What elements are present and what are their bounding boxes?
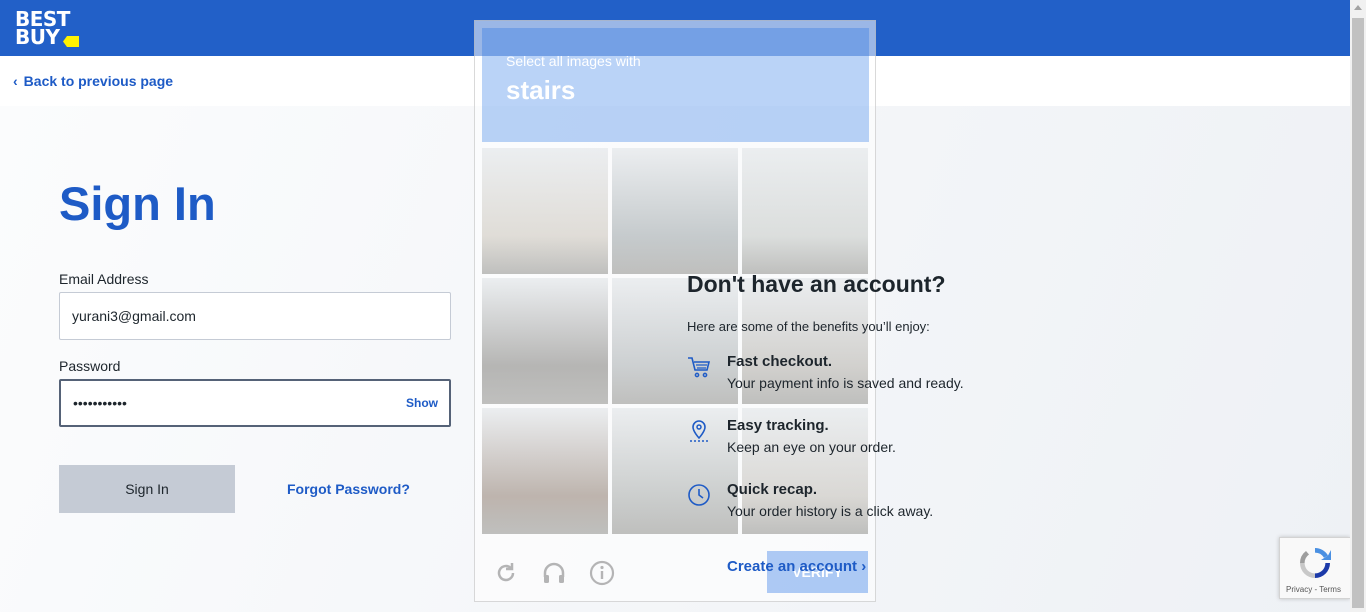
scroll-up-arrow-icon[interactable] — [1354, 5, 1362, 10]
captcha-target: stairs — [506, 75, 576, 105]
recaptcha-links[interactable]: Privacy - Terms — [1286, 585, 1341, 594]
page-scrollbar[interactable] — [1350, 0, 1366, 612]
captcha-tile[interactable] — [482, 408, 608, 534]
promo-subtitle: Here are some of the benefits you’ll enj… — [687, 319, 930, 334]
captcha-header: Select all images with stairs — [482, 28, 869, 142]
create-account-link[interactable]: Create an account › — [727, 558, 866, 575]
create-account-label: Create an account — [727, 558, 858, 575]
location-pin-icon — [690, 420, 708, 442]
show-password-button[interactable]: Show — [406, 396, 438, 410]
sign-in-button[interactable]: Sign In — [59, 465, 235, 513]
captcha-tile[interactable] — [612, 408, 738, 534]
chevron-right-icon: › — [861, 558, 867, 575]
benefit-title: Quick recap. — [727, 481, 818, 498]
captcha-instruction: Select all images with — [506, 53, 641, 69]
cart-icon — [688, 357, 711, 378]
back-link-label: Back to previous page — [23, 73, 174, 89]
best-buy-logo[interactable]: BEST BUY — [15, 9, 81, 50]
recaptcha-badge[interactable]: Privacy - Terms — [1279, 537, 1350, 599]
benefit-title: Easy tracking. — [727, 417, 829, 434]
promo-title: Don't have an account? — [687, 271, 946, 297]
captcha-tile[interactable] — [612, 148, 738, 274]
back-to-previous-link[interactable]: ‹ Back to previous page — [13, 73, 173, 89]
clock-icon — [688, 484, 710, 506]
benefit-description: Keep an eye on your order. — [727, 439, 896, 455]
scrollbar-thumb[interactable] — [1352, 18, 1364, 608]
benefit-description: Your payment info is saved and ready. — [727, 375, 964, 391]
email-input[interactable] — [60, 293, 450, 339]
chevron-left-icon: ‹ — [13, 73, 18, 89]
email-label: Email Address — [59, 271, 149, 287]
benefit-description: Your order history is a click away. — [727, 503, 934, 519]
benefit-title: Fast checkout. — [727, 353, 833, 370]
captcha-tile[interactable] — [482, 278, 608, 404]
refresh-icon[interactable] — [493, 560, 519, 586]
page-title: Sign In — [59, 177, 216, 230]
captcha-image-grid — [482, 148, 869, 535]
password-label: Password — [59, 358, 121, 374]
password-input[interactable] — [61, 381, 449, 425]
password-field-wrapper: Show — [59, 379, 451, 427]
email-field-wrapper — [59, 292, 451, 340]
headphones-icon[interactable] — [541, 560, 567, 586]
captcha-tile[interactable] — [742, 148, 868, 274]
forgot-password-link[interactable]: Forgot Password? — [287, 481, 410, 497]
captcha-tile[interactable] — [482, 148, 608, 274]
recaptcha-logo-icon — [1300, 548, 1331, 578]
info-icon[interactable] — [589, 560, 615, 586]
